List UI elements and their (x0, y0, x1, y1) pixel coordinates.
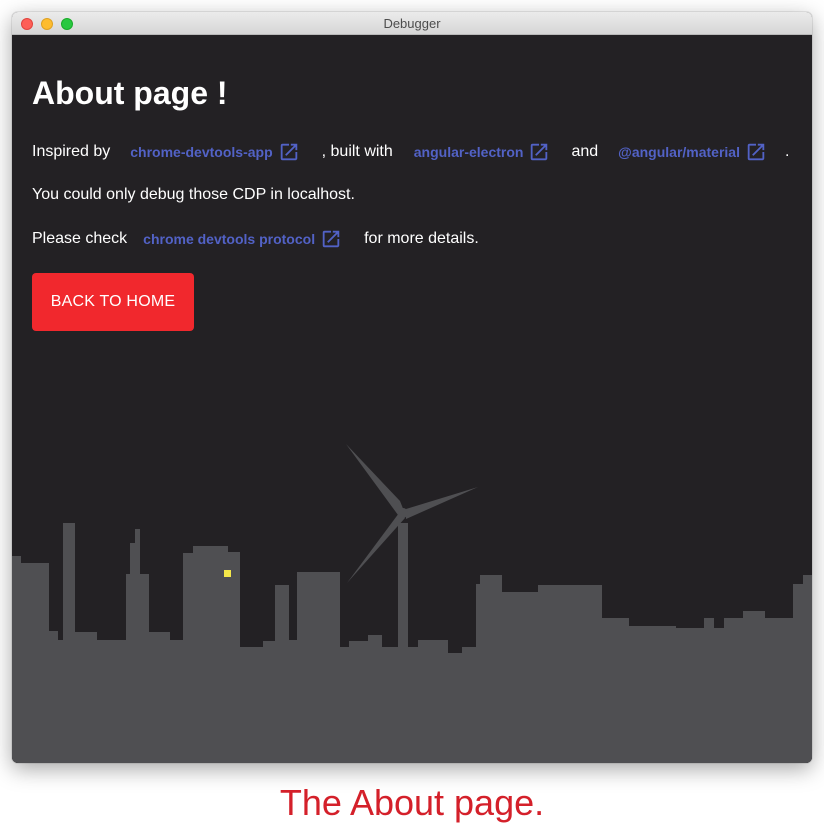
line-end-period: . (784, 143, 790, 160)
angular-material-label: @angular/material (618, 144, 740, 160)
more-details-text: for more details. (364, 230, 479, 247)
details-line: Please check chrome devtools protocol fo… (32, 228, 479, 250)
built-with-text: , built with (321, 143, 393, 160)
angular-electron-link[interactable]: angular-electron (414, 141, 551, 163)
turbine-blade-upper (346, 444, 404, 515)
open-in-new-icon (322, 230, 340, 248)
lit-window (224, 570, 231, 577)
back-to-home-button[interactable]: BACK TO HOME (32, 273, 194, 331)
city-skyline (12, 444, 812, 763)
open-in-new-icon (280, 143, 297, 161)
angular-material-link[interactable]: @angular/material (618, 141, 767, 163)
open-in-new-icon (747, 143, 765, 161)
title-bar[interactable]: Debugger (12, 12, 812, 35)
inspired-line: Inspired by chrome-devtools-app , built … (32, 141, 789, 163)
chrome-devtools-app-link[interactable]: chrome-devtools-app (130, 141, 299, 163)
window-title: Debugger (383, 16, 441, 31)
turbine-blade-right (406, 487, 478, 519)
turbine-hub (398, 508, 408, 518)
chrome-devtools-protocol-link[interactable]: chrome devtools protocol (143, 228, 342, 250)
turbine-blade-lower (347, 513, 405, 583)
page-title: About page ! (32, 75, 228, 111)
page-content: About page ! Inspired by chrome-devtools… (12, 35, 812, 763)
localhost-note: You could only debug those CDP in localh… (32, 186, 355, 203)
chrome-devtools-app-label: chrome-devtools-app (130, 144, 273, 160)
screenshot-caption: The About page. (279, 782, 545, 823)
and-text: and (571, 143, 599, 160)
chrome-devtools-protocol-label: chrome devtools protocol (143, 231, 316, 247)
app-window: Debugger About page ! Inspired by chrome… (12, 12, 812, 763)
please-check-text: Please check (32, 230, 128, 247)
open-in-new-icon (531, 143, 548, 161)
inspired-prefix: Inspired by (32, 143, 111, 160)
angular-electron-label: angular-electron (413, 144, 524, 160)
